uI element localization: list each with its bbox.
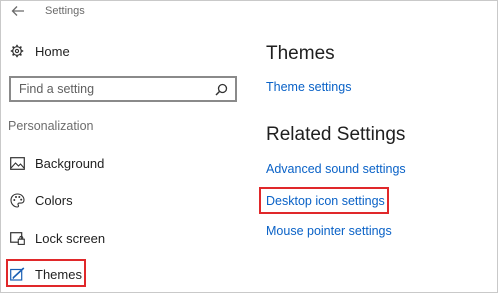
gear-icon	[9, 43, 25, 59]
lock-screen-icon	[9, 230, 25, 246]
desktop-icon-settings-link[interactable]: Desktop icon settings	[266, 194, 385, 208]
search-placeholder: Find a setting	[19, 82, 95, 96]
nav-home-label: Home	[35, 43, 70, 59]
sidebar-item-colors[interactable]: Colors	[9, 190, 73, 210]
image-icon	[9, 155, 25, 171]
sidebar-item-label: Themes	[35, 266, 82, 282]
title-bar: Settings	[1, 1, 497, 23]
settings-window: Settings Home Find a setting Personaliza…	[0, 0, 498, 293]
sidebar-item-label: Colors	[35, 192, 73, 208]
sidebar-item-label: Lock screen	[35, 230, 106, 246]
window-title: Settings	[45, 5, 85, 17]
search-input[interactable]: Find a setting	[9, 76, 237, 102]
sidebar-item-background[interactable]: Background	[9, 153, 104, 173]
search-icon[interactable]	[211, 79, 231, 99]
mouse-pointer-settings-link[interactable]: Mouse pointer settings	[266, 224, 392, 238]
related-settings-heading: Related Settings	[266, 124, 406, 145]
section-label-personalization: Personalization	[8, 119, 94, 133]
back-arrow-icon[interactable]	[10, 3, 26, 19]
advanced-sound-settings-link[interactable]: Advanced sound settings	[266, 162, 406, 176]
palette-icon	[9, 192, 25, 208]
page-title: Themes	[266, 43, 335, 64]
sidebar-item-lock-screen[interactable]: Lock screen	[9, 228, 105, 248]
sidebar-item-label: Background	[35, 155, 105, 171]
theme-settings-link[interactable]: Theme settings	[266, 80, 351, 94]
nav-home[interactable]: Home	[9, 41, 70, 61]
themes-brush-icon	[9, 266, 25, 282]
sidebar-item-themes[interactable]: Themes	[9, 264, 82, 284]
